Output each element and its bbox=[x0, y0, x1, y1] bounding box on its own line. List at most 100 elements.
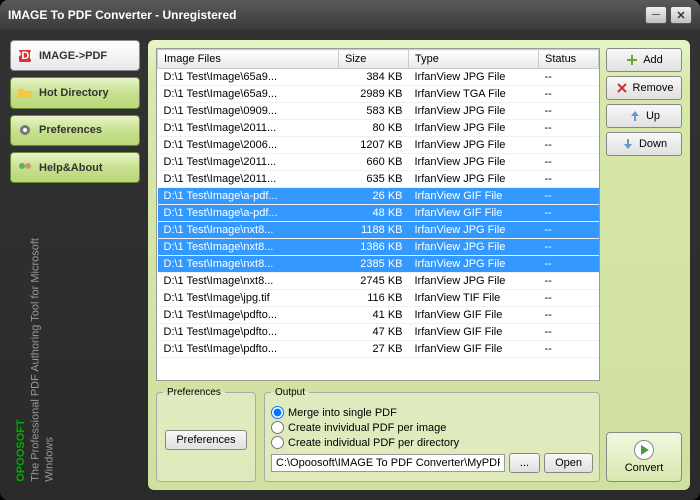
table-row[interactable]: D:\1 Test\Image\nxt8...1386 KBIrfanView … bbox=[158, 239, 599, 256]
window-title: IMAGE To PDF Converter - Unregistered bbox=[8, 8, 642, 22]
col-size[interactable]: Size bbox=[339, 50, 409, 69]
gear-icon bbox=[17, 122, 33, 138]
table-cell: 2989 KB bbox=[339, 86, 409, 103]
table-cell: D:\1 Test\Image\0909... bbox=[158, 103, 339, 120]
table-row[interactable]: D:\1 Test\Image\pdfto...47 KBIrfanView G… bbox=[158, 324, 599, 341]
table-cell: 48 KB bbox=[339, 205, 409, 222]
table-cell: D:\1 Test\Image\nxt8... bbox=[158, 256, 339, 273]
table-cell: D:\1 Test\Image\2011... bbox=[158, 120, 339, 137]
table-cell: 384 KB bbox=[339, 69, 409, 86]
btn-label: Remove bbox=[633, 82, 674, 94]
nav-label: Preferences bbox=[39, 124, 102, 136]
table-cell: IrfanView JPG File bbox=[409, 273, 539, 290]
table-row[interactable]: D:\1 Test\Image\a-pdf...26 KBIrfanView G… bbox=[158, 188, 599, 205]
table-cell: IrfanView JPG File bbox=[409, 137, 539, 154]
add-button[interactable]: Add bbox=[606, 48, 682, 72]
sidebar: PDF IMAGE->PDF Hot Directory Preferences bbox=[10, 40, 140, 490]
table-cell: D:\1 Test\Image\a-pdf... bbox=[158, 205, 339, 222]
output-path-input[interactable] bbox=[271, 454, 505, 472]
radio-label: Merge into single PDF bbox=[288, 407, 397, 419]
radio-per-image[interactable] bbox=[271, 421, 284, 434]
app-window: IMAGE To PDF Converter - Unregistered ─ … bbox=[0, 0, 700, 500]
down-button[interactable]: Down bbox=[606, 132, 682, 156]
main-panel: Image Files Size Type Status D:\1 Test\I… bbox=[148, 40, 690, 490]
table-row[interactable]: D:\1 Test\Image\pdfto...27 KBIrfanView G… bbox=[158, 341, 599, 358]
table-cell: D:\1 Test\Image\2011... bbox=[158, 171, 339, 188]
table-cell: -- bbox=[539, 103, 599, 120]
svg-text:PDF: PDF bbox=[17, 50, 33, 62]
table-cell: -- bbox=[539, 256, 599, 273]
table-cell: IrfanView JPG File bbox=[409, 222, 539, 239]
table-cell: IrfanView JPG File bbox=[409, 239, 539, 256]
table-cell: -- bbox=[539, 171, 599, 188]
table-cell: D:\1 Test\Image\pdfto... bbox=[158, 324, 339, 341]
table-row[interactable]: D:\1 Test\Image\0909...583 KBIrfanView J… bbox=[158, 103, 599, 120]
table-cell: 1386 KB bbox=[339, 239, 409, 256]
table-row[interactable]: D:\1 Test\Image\2011...660 KBIrfanView J… bbox=[158, 154, 599, 171]
titlebar[interactable]: IMAGE To PDF Converter - Unregistered ─ … bbox=[0, 0, 700, 30]
table-cell: IrfanView JPG File bbox=[409, 171, 539, 188]
table-row[interactable]: D:\1 Test\Image\2011...80 KBIrfanView JP… bbox=[158, 120, 599, 137]
col-type[interactable]: Type bbox=[409, 50, 539, 69]
browse-button[interactable]: ... bbox=[509, 453, 540, 473]
close-button[interactable]: ✕ bbox=[670, 6, 692, 24]
folder-icon bbox=[17, 85, 33, 101]
table-row[interactable]: D:\1 Test\Image\2006...1207 KBIrfanView … bbox=[158, 137, 599, 154]
nav-image-pdf[interactable]: PDF IMAGE->PDF bbox=[10, 40, 140, 71]
table-cell: IrfanView TIF File bbox=[409, 290, 539, 307]
table-cell: 27 KB bbox=[339, 341, 409, 358]
table-cell: -- bbox=[539, 205, 599, 222]
table-cell: -- bbox=[539, 222, 599, 239]
table-row[interactable]: D:\1 Test\Image\jpg.tif116 KBIrfanView T… bbox=[158, 290, 599, 307]
table-cell: D:\1 Test\Image\a-pdf... bbox=[158, 188, 339, 205]
table-row[interactable]: D:\1 Test\Image\nxt8...2385 KBIrfanView … bbox=[158, 256, 599, 273]
radio-label: Create individual PDF per directory bbox=[288, 437, 459, 449]
arrow-down-icon bbox=[621, 137, 635, 151]
up-button[interactable]: Up bbox=[606, 104, 682, 128]
table-row[interactable]: D:\1 Test\Image\a-pdf...48 KBIrfanView G… bbox=[158, 205, 599, 222]
table-cell: -- bbox=[539, 188, 599, 205]
table-cell: 80 KB bbox=[339, 120, 409, 137]
output-legend: Output bbox=[271, 387, 309, 398]
radio-merge[interactable] bbox=[271, 406, 284, 419]
table-cell: -- bbox=[539, 69, 599, 86]
table-row[interactable]: D:\1 Test\Image\2011...635 KBIrfanView J… bbox=[158, 171, 599, 188]
radio-per-dir[interactable] bbox=[271, 436, 284, 449]
table-cell: IrfanView GIF File bbox=[409, 205, 539, 222]
table-row[interactable]: D:\1 Test\Image\pdfto...41 KBIrfanView G… bbox=[158, 307, 599, 324]
table-cell: D:\1 Test\Image\jpg.tif bbox=[158, 290, 339, 307]
table-cell: IrfanView JPG File bbox=[409, 256, 539, 273]
table-cell: 41 KB bbox=[339, 307, 409, 324]
table-cell: D:\1 Test\Image\pdfto... bbox=[158, 341, 339, 358]
table-row[interactable]: D:\1 Test\Image\65a9...2989 KBIrfanView … bbox=[158, 86, 599, 103]
table-cell: 116 KB bbox=[339, 290, 409, 307]
nav-preferences[interactable]: Preferences bbox=[10, 115, 140, 146]
file-table[interactable]: Image Files Size Type Status D:\1 Test\I… bbox=[156, 48, 600, 381]
convert-button[interactable]: Convert bbox=[606, 432, 682, 482]
branding-text: OPOOSOFT The Professional PDF Authoring … bbox=[10, 189, 140, 490]
table-cell: IrfanView GIF File bbox=[409, 324, 539, 341]
table-cell: IrfanView TGA File bbox=[409, 86, 539, 103]
col-status[interactable]: Status bbox=[539, 50, 599, 69]
preferences-button[interactable]: Preferences bbox=[165, 430, 246, 450]
table-cell: -- bbox=[539, 273, 599, 290]
nav-help-about[interactable]: Help&About bbox=[10, 152, 140, 183]
table-cell: D:\1 Test\Image\pdfto... bbox=[158, 307, 339, 324]
remove-button[interactable]: Remove bbox=[606, 76, 682, 100]
prefs-legend: Preferences bbox=[163, 387, 225, 398]
arrow-up-icon bbox=[628, 109, 642, 123]
table-cell: 635 KB bbox=[339, 171, 409, 188]
table-row[interactable]: D:\1 Test\Image\65a9...384 KBIrfanView J… bbox=[158, 69, 599, 86]
nav-hot-directory[interactable]: Hot Directory bbox=[10, 77, 140, 108]
table-cell: -- bbox=[539, 137, 599, 154]
table-cell: IrfanView JPG File bbox=[409, 103, 539, 120]
table-row[interactable]: D:\1 Test\Image\nxt8...1188 KBIrfanView … bbox=[158, 222, 599, 239]
table-cell: 26 KB bbox=[339, 188, 409, 205]
col-files[interactable]: Image Files bbox=[158, 50, 339, 69]
table-cell: 2745 KB bbox=[339, 273, 409, 290]
table-row[interactable]: D:\1 Test\Image\nxt8...2745 KBIrfanView … bbox=[158, 273, 599, 290]
table-cell: D:\1 Test\Image\65a9... bbox=[158, 86, 339, 103]
minimize-button[interactable]: ─ bbox=[645, 6, 667, 24]
open-button[interactable]: Open bbox=[544, 453, 593, 473]
radio-label: Create invividual PDF per image bbox=[288, 422, 446, 434]
